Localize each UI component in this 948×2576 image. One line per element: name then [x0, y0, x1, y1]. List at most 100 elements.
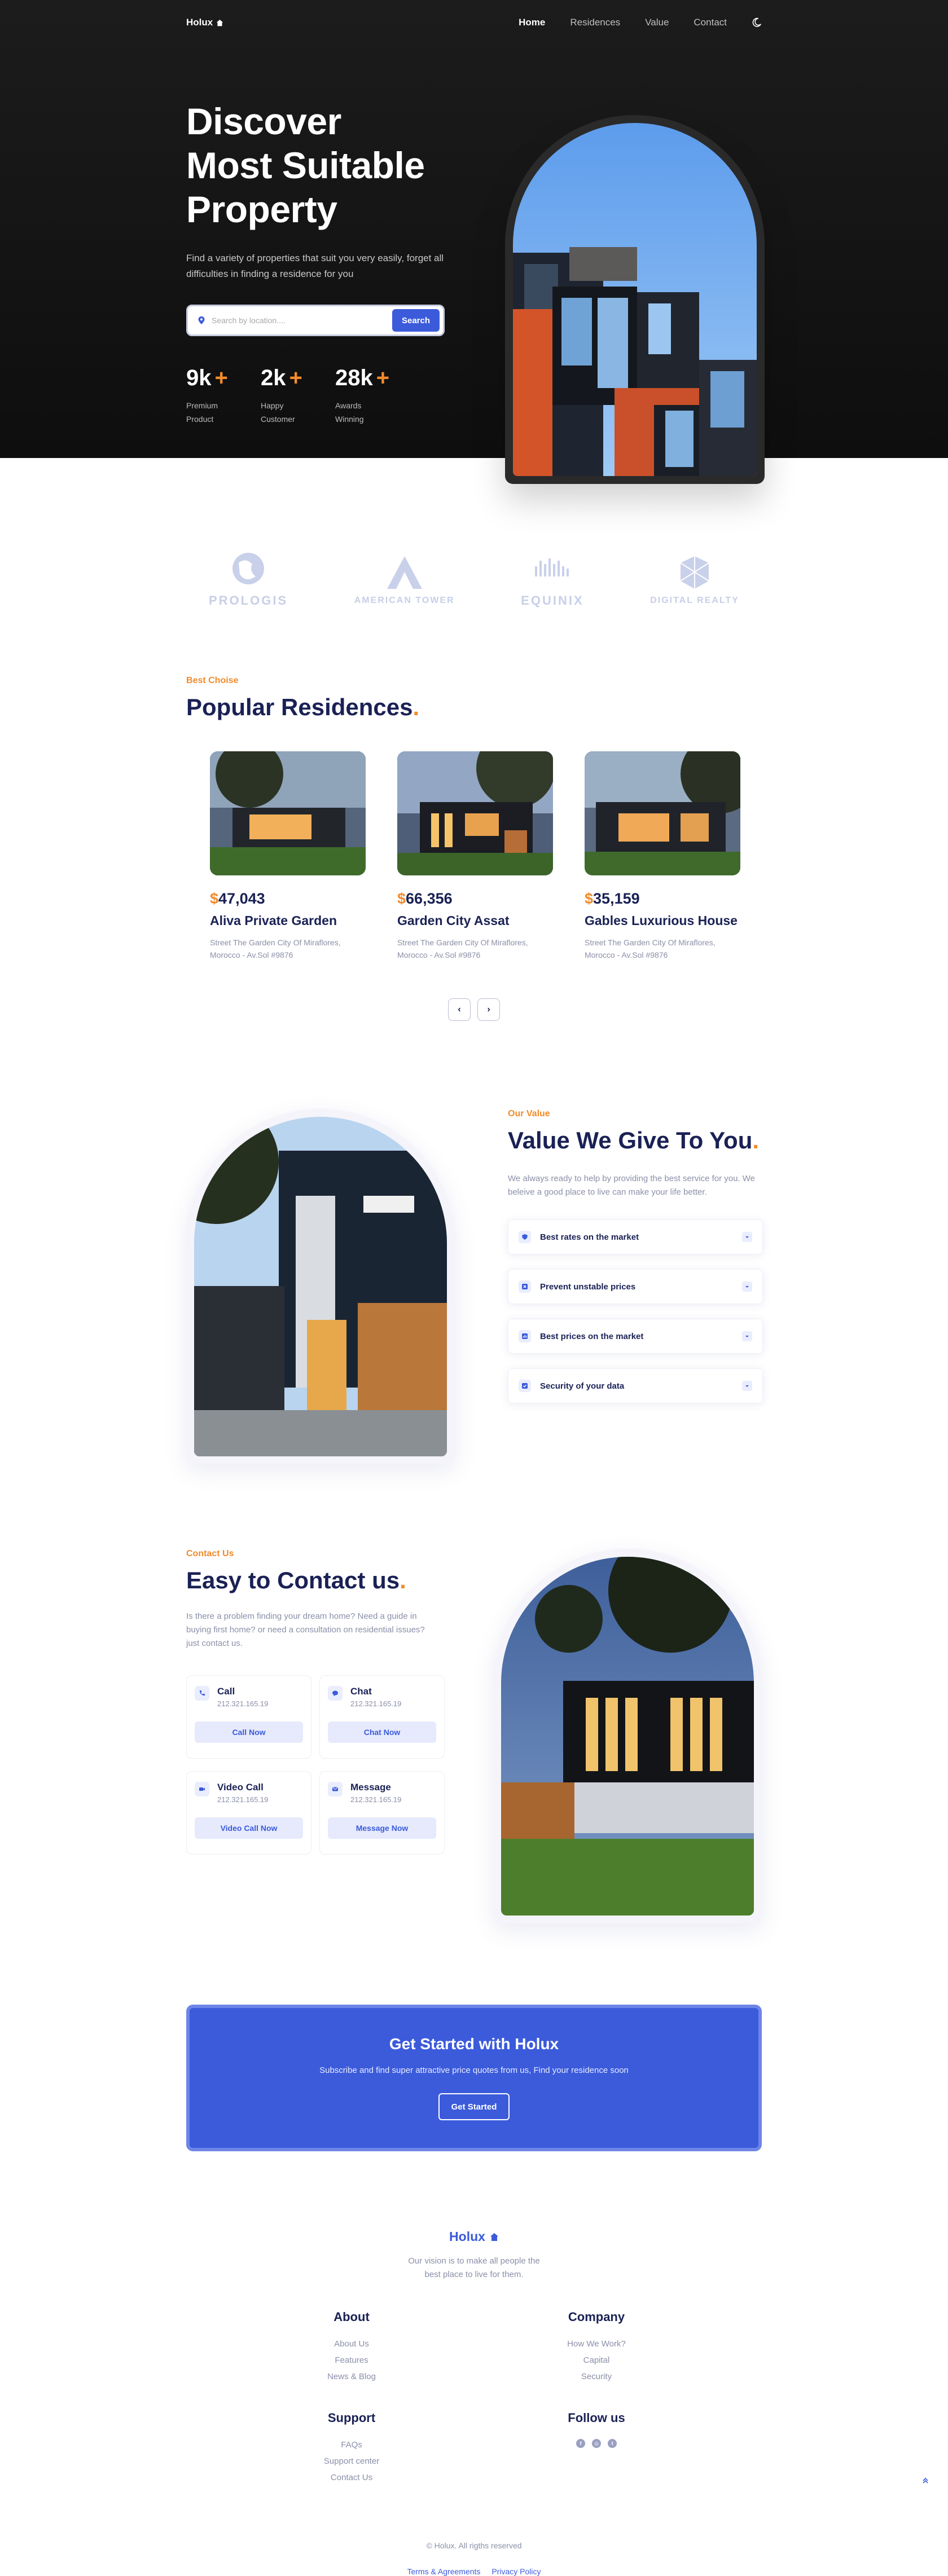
partner-logo: PROLOGIS	[209, 552, 288, 608]
privacy-link[interactable]: Privacy Policy	[491, 2567, 541, 2576]
footer-link[interactable]: Support center	[229, 2453, 474, 2469]
hero-stats: 9k + Premium Product 2k + Happy Customer 2…	[186, 366, 468, 426]
contact-image-frame	[493, 1549, 762, 1923]
chevron-down-icon[interactable]	[742, 1331, 752, 1341]
footer-link[interactable]: Contact Us	[229, 2469, 474, 2486]
scroll-to-top-icon[interactable]	[921, 2476, 931, 2486]
section-subtitle: We always ready to help by providing the…	[508, 1174, 755, 1197]
footer-col-title: Follow us	[568, 2411, 625, 2425]
partner-name: PROLOGIS	[209, 593, 288, 607]
house-icon	[490, 2232, 498, 2241]
twitter-icon[interactable]: t	[608, 2439, 617, 2448]
search-bar: Search	[186, 305, 445, 336]
contact-method: Message	[350, 1782, 391, 1793]
cta-title: Get Started with Holux	[389, 2035, 559, 2053]
section-subtitle: Is there a problem finding your dream ho…	[186, 1611, 425, 1648]
close-square-icon	[519, 1280, 531, 1293]
price-value: 35,159	[593, 890, 640, 907]
call-now-button[interactable]: Call Now	[195, 1721, 303, 1743]
nav-item-contact[interactable]: Contact	[694, 17, 727, 28]
section-eyebrow: Our Value	[508, 1109, 550, 1119]
brand-logo[interactable]: Holux	[186, 17, 223, 28]
waveform-icon	[534, 558, 569, 576]
footer-link[interactable]: About Us	[229, 2336, 474, 2352]
value-image-frame	[186, 1109, 455, 1464]
accordion-item[interactable]: Security of your data	[508, 1368, 763, 1403]
house-icon	[217, 19, 223, 26]
location-pin-icon	[198, 316, 205, 324]
facebook-icon[interactable]: f	[576, 2439, 585, 2448]
residence-card[interactable]: $47,043 Aliva Private Garden Street The …	[210, 751, 366, 961]
footer-logo[interactable]: Holux	[449, 2229, 499, 2244]
residence-price: $47,043	[210, 890, 366, 908]
terms-link[interactable]: Terms & Agreements	[407, 2567, 480, 2576]
contact-phone: 212.321.165.19	[350, 1699, 402, 1708]
nav-item-residences[interactable]: Residences	[570, 17, 620, 28]
cta-subtitle: Subscribe and find super attractive pric…	[319, 2066, 629, 2075]
hero-building-image	[513, 123, 757, 476]
stat-label: Premium Product	[186, 401, 218, 424]
partner-name: AMERICAN TOWER	[354, 596, 455, 605]
value-building-image	[194, 1117, 447, 1456]
value-content: Our Value Value We Give To You. We alway…	[508, 1109, 763, 1403]
footer-link[interactable]: Capital	[474, 2352, 719, 2368]
accordion-title: Security of your data	[540, 1381, 625, 1391]
footer-link[interactable]: How We Work?	[474, 2336, 719, 2352]
contact-phone: 212.321.165.19	[350, 1795, 402, 1804]
stat-item: 9k + Premium Product	[186, 366, 261, 426]
check-square-icon	[519, 1380, 531, 1392]
residence-card[interactable]: $35,159 Gables Luxurious House Street Th…	[585, 751, 740, 961]
currency: $	[585, 890, 594, 907]
globe-icon	[232, 553, 265, 584]
stat-plus: +	[214, 366, 228, 390]
stat-number: 28k	[335, 366, 373, 390]
search-button[interactable]: Search	[392, 309, 440, 332]
residence-address: Street The Garden City Of Miraflores, Mo…	[397, 938, 528, 959]
footer: Holux Our vision is to make all people t…	[186, 2229, 762, 2576]
chevron-down-icon[interactable]	[742, 1381, 752, 1391]
footer-link[interactable]: Security	[474, 2368, 719, 2385]
contact-section: Contact Us Easy to Contact us. Is there …	[186, 1549, 762, 1938]
footer-col-company: Company How We Work? Capital Security	[474, 2310, 719, 2385]
prev-button[interactable]: ‹	[448, 998, 471, 1021]
message-now-button[interactable]: Message Now	[328, 1817, 436, 1839]
hero-title-line: Property	[186, 188, 337, 230]
residence-name: Garden City Assat	[397, 913, 510, 928]
get-started-banner: Get Started with Holux Subscribe and fin…	[186, 2005, 762, 2151]
chat-now-button[interactable]: Chat Now	[328, 1721, 436, 1743]
footer-col-follow: Follow us f ◎ t	[474, 2411, 719, 2486]
nav-item-value[interactable]: Value	[645, 17, 669, 28]
partner-name: DIGITAL REALTY	[650, 596, 739, 605]
price-value: 66,356	[406, 890, 453, 907]
value-accordion: Best rates on the market Prevent unstabl…	[508, 1219, 763, 1403]
moon-icon[interactable]	[752, 17, 762, 28]
nav-menu: Home Residences Value Contact	[519, 17, 762, 28]
chevron-down-icon[interactable]	[742, 1232, 752, 1242]
stat-label: Awards Winning	[335, 401, 364, 424]
contact-tile: Video Call 212.321.165.19 Video Call Now	[186, 1771, 311, 1855]
contact-content: Contact Us Easy to Contact us. Is there …	[186, 1549, 451, 1855]
section-title: Popular Residences.	[186, 694, 762, 721]
contact-method: Video Call	[217, 1782, 264, 1793]
chevron-down-icon[interactable]	[742, 1282, 752, 1292]
video-call-now-button[interactable]: Video Call Now	[195, 1817, 303, 1839]
nav-item-home[interactable]: Home	[519, 17, 545, 28]
title-dot: .	[412, 694, 420, 720]
footer-link[interactable]: FAQs	[229, 2437, 474, 2453]
accordion-item[interactable]: Best rates on the market	[508, 1219, 763, 1254]
residence-name: Gables Luxurious House	[585, 913, 738, 928]
chart-icon	[519, 1330, 531, 1342]
search-input[interactable]	[212, 316, 392, 325]
residence-card[interactable]: $66,356 Garden City Assat Street The Gar…	[397, 751, 553, 961]
partner-logo: DIGITAL REALTY	[650, 554, 739, 606]
get-started-button[interactable]: Get Started	[438, 2093, 510, 2120]
accordion-item[interactable]: Prevent unstable prices	[508, 1269, 763, 1304]
section-title-text: Easy to Contact us	[186, 1567, 400, 1593]
footer-link[interactable]: Features	[229, 2352, 474, 2368]
footer-link[interactable]: News & Blog	[229, 2368, 474, 2385]
residence-address: Street The Garden City Of Miraflores, Mo…	[210, 938, 341, 959]
instagram-icon[interactable]: ◎	[592, 2439, 601, 2448]
next-button[interactable]: ›	[477, 998, 500, 1021]
hero-image-frame	[505, 115, 765, 484]
accordion-item[interactable]: Best prices on the market	[508, 1319, 763, 1354]
